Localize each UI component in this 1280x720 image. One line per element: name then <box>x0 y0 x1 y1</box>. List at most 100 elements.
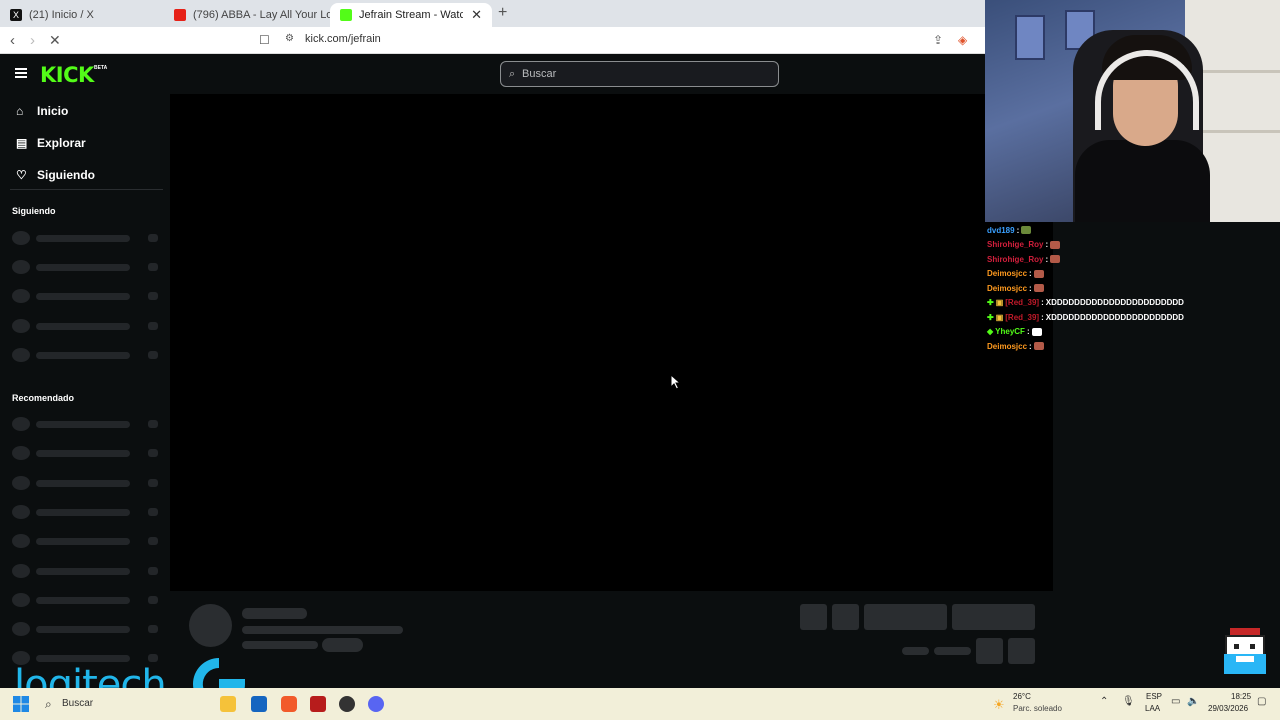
chat-text: XDDDDDDDDDDDDDDDDDDDDDDD <box>1045 298 1184 308</box>
button-skeleton <box>832 604 859 630</box>
channel-skeleton <box>12 505 160 519</box>
heart-icon: ♡ <box>16 168 27 182</box>
file-explorer-icon[interactable] <box>220 696 236 712</box>
language-indicator[interactable]: ESP <box>1146 692 1162 701</box>
chat-separator: : <box>1045 254 1049 264</box>
microphone-icon[interactable]: 🎙 <box>1122 696 1135 707</box>
x-logo-icon: X <box>10 9 22 21</box>
clock-date[interactable]: 29/03/2026 <box>1208 704 1248 713</box>
brave-shield-icon[interactable]: ◈ <box>958 33 967 47</box>
pixel-mascot-icon <box>1224 628 1266 674</box>
chat-separator: : <box>1026 327 1030 337</box>
nav-explorar[interactable]: ▤ Explorar <box>16 136 86 150</box>
channel-skeleton <box>12 446 160 460</box>
chat-username[interactable]: Deimosjcc <box>987 269 1027 278</box>
new-tab-button[interactable]: + <box>498 4 507 22</box>
chat-username[interactable]: Shirohige_Roy <box>987 240 1043 249</box>
url-field[interactable]: kick.com/jefrain <box>305 33 381 45</box>
windows-start-icon[interactable] <box>13 696 29 712</box>
chat-emote-icon <box>1050 255 1061 264</box>
chat-message: dvd189: <box>987 223 1187 238</box>
explore-icon: ▤ <box>16 136 28 150</box>
voicemeeter-icon[interactable] <box>310 696 326 712</box>
chat-emote-icon <box>1050 240 1061 249</box>
back-icon[interactable]: ‹ <box>10 32 15 49</box>
chevron-up-icon[interactable]: ⌃ <box>1100 696 1108 707</box>
video-player[interactable] <box>170 94 1053 591</box>
weather-temp[interactable]: 26°C <box>1013 692 1031 701</box>
chat-username[interactable]: dvd189 <box>987 226 1015 235</box>
share-icon[interactable]: ⇪ <box>933 33 943 47</box>
keyboard-layout[interactable]: LAA <box>1145 704 1160 713</box>
notification-icon[interactable]: ▢ <box>1257 696 1266 707</box>
volume-icon[interactable]: 🔈 <box>1187 696 1199 707</box>
tab-kick[interactable]: Jefrain Stream - Watch Live on K ✕ <box>330 3 492 27</box>
webcam-overlay <box>985 0 1280 222</box>
chat-emote-icon <box>1031 327 1042 336</box>
following-heading: Siguiendo <box>12 206 56 216</box>
category-skeleton <box>242 641 318 649</box>
chat-username[interactable]: [Red_39] <box>1005 298 1039 307</box>
chat-emote-icon <box>1033 269 1044 278</box>
name-skeleton <box>242 608 307 619</box>
chat-separator: : <box>1016 225 1020 235</box>
clock-time[interactable]: 18:25 <box>1231 692 1251 701</box>
nav-label: Explorar <box>37 136 86 150</box>
brave-browser-icon[interactable] <box>281 696 297 712</box>
chat-message: Shirohige_Roy: <box>987 238 1187 253</box>
youtube-icon <box>174 9 186 21</box>
chat-emote-icon <box>1021 226 1032 235</box>
beta-badge: BETA <box>94 65 108 71</box>
nav-siguiendo[interactable]: ♡ Siguiendo <box>16 168 95 182</box>
close-tab-icon[interactable]: ✕ <box>471 7 482 23</box>
tab-title: Jefrain Stream - Watch Live on K <box>359 9 464 21</box>
chat-separator: : <box>1041 312 1044 322</box>
search-icon[interactable]: ⌕ <box>45 697 52 712</box>
chat-username[interactable]: [Red_39] <box>1005 313 1039 322</box>
chat-message: ✚ ▣ [Red_39]: XDDDDDDDDDDDDDDDDDDDDDDD <box>987 310 1187 325</box>
poster <box>1015 15 1045 60</box>
channel-skeleton <box>12 348 160 362</box>
viewers-skeleton <box>902 647 929 655</box>
discord-icon[interactable] <box>368 696 384 712</box>
kick-logo[interactable]: KICK <box>40 63 94 87</box>
weather-desc[interactable]: Parc. soleado <box>1013 704 1062 713</box>
search-icon: ⌕ <box>509 68 516 80</box>
network-icon[interactable]: ▭ <box>1171 696 1180 707</box>
chat-username[interactable]: YheyCF <box>995 327 1025 336</box>
chat-username[interactable]: Deimosjcc <box>987 342 1027 351</box>
search-input[interactable] <box>522 66 762 82</box>
chat-badge-icon: ✚ <box>987 312 994 322</box>
chat-username[interactable]: Deimosjcc <box>987 284 1027 293</box>
browser-tab-strip: X (21) Inicio / X (796) ABBA - Lay All Y… <box>0 0 985 27</box>
channel-skeleton <box>12 319 160 333</box>
follow-button-skeleton <box>864 604 947 630</box>
button-skeleton <box>1008 638 1035 664</box>
chat-separator: : <box>1045 240 1049 250</box>
mouse-cursor-icon <box>670 374 682 390</box>
tab-x[interactable]: X (21) Inicio / X <box>0 3 168 27</box>
channel-skeleton <box>12 534 160 548</box>
chat-username[interactable]: Shirohige_Roy <box>987 255 1043 264</box>
weather-icon: ☀ <box>993 697 1005 712</box>
forward-icon[interactable]: › <box>30 32 35 49</box>
channel-skeleton <box>12 622 160 636</box>
person-body <box>1075 140 1210 222</box>
tab-youtube[interactable]: (796) ABBA - Lay All Your Love On M <box>164 3 330 27</box>
site-info-icon[interactable]: ⚙ <box>285 33 294 44</box>
search-box[interactable]: ⌕ <box>500 61 779 87</box>
tab-title: (796) ABBA - Lay All Your Love On M <box>193 9 330 21</box>
address-bar: ‹ › ✕ ☐ ⚙ kick.com/jefrain ⇪ ◈ <box>0 27 985 54</box>
stop-loading-icon[interactable]: ✕ <box>49 32 61 49</box>
channel-skeleton <box>12 476 160 490</box>
store-icon[interactable] <box>251 696 267 712</box>
chat-separator: : <box>1029 269 1032 279</box>
menu-icon[interactable] <box>15 68 27 78</box>
chat-badge-icon: ▣ <box>995 298 1004 308</box>
obs-icon[interactable] <box>339 696 355 712</box>
streamer-avatar-skeleton <box>189 604 232 647</box>
chat-overlay: dvd189: Shirohige_Roy: Shirohige_Roy: Deimo… <box>987 223 1187 354</box>
nav-inicio[interactable]: ⌂ Inicio <box>16 104 68 118</box>
taskbar-search[interactable]: Buscar <box>62 698 93 709</box>
bookmark-icon[interactable]: ☐ <box>259 33 270 47</box>
